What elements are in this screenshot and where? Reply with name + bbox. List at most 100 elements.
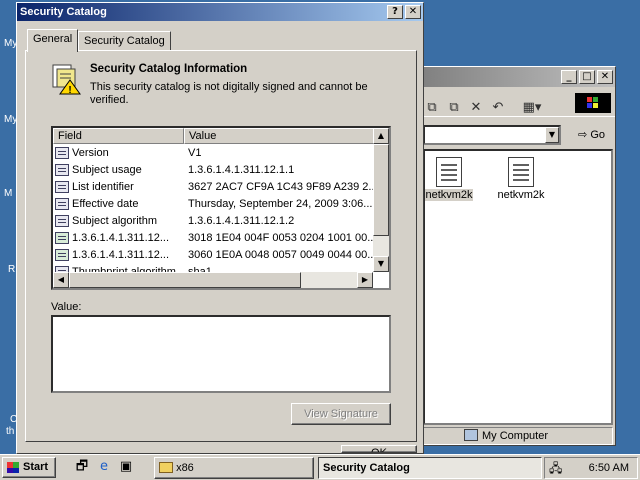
desktop-label[interactable]: th [6, 426, 14, 437]
scroll-left-icon[interactable]: ◀ [53, 272, 69, 288]
security-catalog-dialog[interactable]: Security Catalog ? ✕ General Security Ca… [16, 2, 424, 454]
field-icon [55, 215, 69, 227]
tab-strip: General Security Catalog [27, 29, 427, 52]
address-bar[interactable]: ▼ [423, 125, 561, 145]
row-field: Subject usage [72, 164, 142, 176]
system-tray: 🖧 6:50 AM [544, 457, 638, 479]
explorer-window[interactable]: _ □ ✕ ⧉ ⧉ ✕ ↶ ▦▾ ▼ ⇨ Go netkvm2k netkvm2… [420, 66, 616, 446]
tab-security-catalog[interactable]: Security Catalog [78, 31, 171, 51]
close-button[interactable]: ✕ [405, 5, 421, 19]
copy-to-icon[interactable]: ⧉ [445, 99, 463, 117]
explorer-file-list[interactable]: netkvm2k netkvm2k [423, 149, 613, 425]
explorer-status-bar: My Computer [423, 427, 613, 445]
row-value: 1.3.6.1.4.1.311.12.1.2 [188, 215, 295, 227]
extension-icon [55, 232, 69, 244]
scroll-right-icon[interactable]: ▶ [357, 272, 373, 288]
scroll-down-icon[interactable]: ▼ [373, 256, 389, 272]
view-signature-button[interactable]: View Signature [291, 403, 391, 425]
info-title: Security Catalog Information [90, 63, 248, 75]
close-icon: ✕ [408, 6, 418, 17]
go-arrow-icon: ⇨ [578, 128, 588, 141]
tab-general[interactable]: General [27, 29, 79, 52]
network-icon[interactable]: ▣ [118, 459, 134, 475]
desktop-label[interactable]: M [4, 188, 12, 199]
row-value: 3060 1E0A 0048 0057 0049 0044 00... [188, 249, 374, 261]
taskbar-item-security-catalog[interactable]: Security Catalog [318, 457, 542, 479]
ok-button[interactable]: OK [341, 445, 417, 453]
internet-explorer-icon[interactable]: e [96, 459, 112, 475]
row-field: Subject algorithm [72, 215, 157, 227]
folder-icon [159, 462, 173, 473]
field-icon [55, 147, 69, 159]
table-row[interactable]: 1.3.6.1.4.1.311.12... 3060 1E0A 0048 005… [53, 247, 375, 264]
svg-text:!: ! [68, 85, 71, 95]
minimize-button[interactable]: _ [561, 70, 577, 84]
file-item[interactable]: netkvm2k [419, 157, 479, 201]
row-field: Thumbprint algorithm [72, 266, 176, 272]
column-header-value[interactable]: Value [184, 128, 375, 144]
field-icon [55, 181, 69, 193]
dialog-title-bar[interactable]: Security Catalog ? ✕ [17, 3, 423, 21]
table-row[interactable]: Effective date Thursday, September 24, 2… [53, 196, 375, 213]
explorer-toolbar: ⧉ ⧉ ✕ ↶ ▦▾ [423, 97, 615, 119]
catalog-file-icon [436, 157, 462, 187]
file-item[interactable]: netkvm2k [491, 157, 551, 201]
chevron-down-icon[interactable]: ▼ [545, 127, 559, 143]
desktop-label[interactable]: R [8, 264, 15, 275]
scroll-thumb[interactable] [373, 144, 389, 236]
maximize-button[interactable]: □ [579, 70, 595, 84]
value-label: Value: [51, 301, 82, 313]
setup-info-file-icon [508, 157, 534, 187]
row-value: sha1 [188, 266, 212, 272]
file-name: netkvm2k [497, 189, 545, 201]
table-row[interactable]: 1.3.6.1.4.1.311.12... 3018 1E04 004F 005… [53, 230, 375, 247]
dialog-title: Security Catalog [20, 6, 107, 18]
table-row[interactable]: Thumbprint algorithm sha1 [53, 264, 375, 272]
move-to-icon[interactable]: ⧉ [423, 99, 441, 117]
file-name: netkvm2k [425, 189, 473, 201]
row-field: 1.3.6.1.4.1.311.12... [72, 249, 170, 261]
delete-icon[interactable]: ✕ [467, 99, 485, 117]
security-catalog-warning-icon: ! [52, 64, 81, 95]
taskbar-item-label: Security Catalog [323, 462, 410, 474]
scroll-thumb[interactable] [69, 272, 301, 288]
start-button[interactable]: Start [2, 457, 56, 478]
row-field: Version [72, 147, 109, 159]
list-header: Field Value [53, 128, 375, 144]
undo-icon[interactable]: ↶ [489, 99, 507, 117]
taskbar-item-label: x86 [176, 462, 194, 474]
show-desktop-icon[interactable]: 🗗 [74, 459, 90, 475]
start-label: Start [23, 461, 49, 473]
network-connection-icon[interactable]: 🖧 [549, 461, 565, 475]
row-value: V1 [188, 147, 202, 159]
go-button[interactable]: ⇨ Go [569, 125, 609, 145]
clock[interactable]: 6:50 AM [589, 458, 629, 478]
row-value: 3018 1E04 004F 0053 0204 1001 00... [188, 232, 374, 244]
row-field: Effective date [72, 198, 139, 210]
table-row[interactable]: Version V1 [53, 145, 375, 162]
field-icon [55, 164, 69, 176]
help-button[interactable]: ? [387, 5, 403, 19]
info-description: This security catalog is not digitally s… [90, 81, 368, 106]
table-row[interactable]: Subject usage 1.3.6.1.4.1.311.12.1.1 [53, 162, 375, 179]
row-value: 1.3.6.1.4.1.311.12.1.1 [188, 164, 295, 176]
row-field: List identifier [72, 181, 134, 193]
go-label: Go [590, 129, 605, 141]
vertical-scrollbar[interactable]: ▲ ▼ [373, 128, 389, 272]
views-icon[interactable]: ▦▾ [519, 99, 545, 117]
scroll-up-icon[interactable]: ▲ [373, 128, 389, 144]
horizontal-scrollbar[interactable]: ◀ ▶ [53, 272, 373, 288]
column-header-field[interactable]: Field [53, 128, 184, 144]
explorer-title-bar[interactable]: _ □ ✕ [421, 67, 615, 87]
row-value: Thursday, September 24, 2009 3:06... [188, 198, 373, 210]
table-row[interactable]: Subject algorithm 1.3.6.1.4.1.311.12.1.2 [53, 213, 375, 230]
value-textbox[interactable] [51, 315, 391, 393]
field-list-view[interactable]: Field Value Version V1 Subject usage 1.3… [51, 126, 391, 290]
close-button[interactable]: ✕ [597, 70, 613, 84]
row-value: 3627 2AC7 CF9A 1C43 9F89 A239 2... [188, 181, 374, 193]
extension-icon [55, 249, 69, 261]
field-icon [55, 198, 69, 210]
taskbar-item-x86[interactable]: x86 [154, 457, 314, 479]
table-row[interactable]: List identifier 3627 2AC7 CF9A 1C43 9F89… [53, 179, 375, 196]
taskbar: Start 🗗 e ▣ x86 Security Catalog 🖧 6:50 … [0, 454, 640, 480]
